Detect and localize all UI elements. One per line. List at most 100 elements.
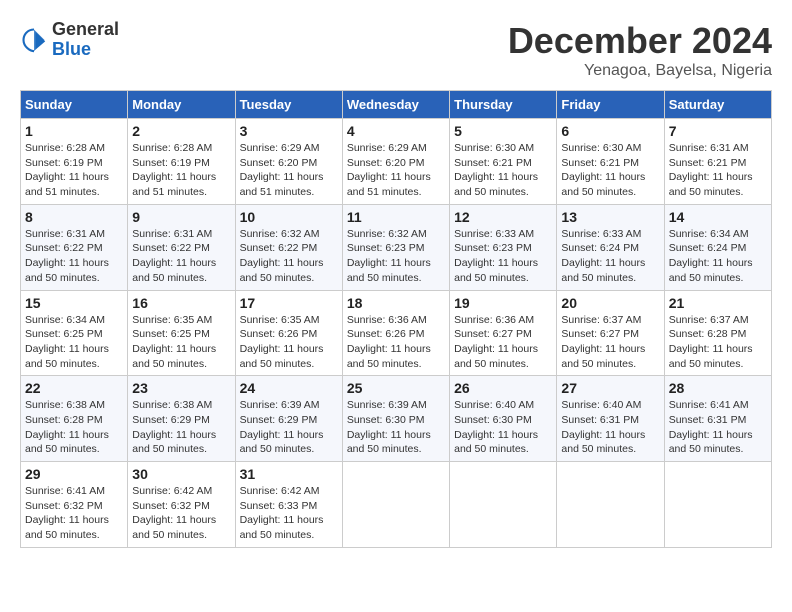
day-number: 30 xyxy=(132,466,230,482)
calendar-cell: 14 Sunrise: 6:34 AM Sunset: 6:24 PM Dayl… xyxy=(664,204,771,290)
calendar-header-saturday: Saturday xyxy=(664,91,771,119)
day-info: Sunrise: 6:29 AM Sunset: 6:20 PM Dayligh… xyxy=(240,141,338,200)
calendar-cell xyxy=(557,462,664,548)
day-number: 10 xyxy=(240,209,338,225)
day-number: 6 xyxy=(561,123,659,139)
day-info: Sunrise: 6:42 AM Sunset: 6:33 PM Dayligh… xyxy=(240,484,338,543)
day-number: 9 xyxy=(132,209,230,225)
calendar-week-row: 22 Sunrise: 6:38 AM Sunset: 6:28 PM Dayl… xyxy=(21,376,772,462)
day-number: 11 xyxy=(347,209,445,225)
day-info: Sunrise: 6:34 AM Sunset: 6:25 PM Dayligh… xyxy=(25,313,123,372)
day-info: Sunrise: 6:31 AM Sunset: 6:21 PM Dayligh… xyxy=(669,141,767,200)
calendar-header-wednesday: Wednesday xyxy=(342,91,449,119)
day-number: 22 xyxy=(25,380,123,396)
calendar-cell: 3 Sunrise: 6:29 AM Sunset: 6:20 PM Dayli… xyxy=(235,119,342,205)
calendar-cell: 7 Sunrise: 6:31 AM Sunset: 6:21 PM Dayli… xyxy=(664,119,771,205)
day-info: Sunrise: 6:38 AM Sunset: 6:29 PM Dayligh… xyxy=(132,398,230,457)
month-title: December 2024 xyxy=(508,20,772,62)
calendar-week-row: 29 Sunrise: 6:41 AM Sunset: 6:32 PM Dayl… xyxy=(21,462,772,548)
day-number: 5 xyxy=(454,123,552,139)
day-info: Sunrise: 6:39 AM Sunset: 6:30 PM Dayligh… xyxy=(347,398,445,457)
day-info: Sunrise: 6:32 AM Sunset: 6:22 PM Dayligh… xyxy=(240,227,338,286)
calendar-cell: 17 Sunrise: 6:35 AM Sunset: 6:26 PM Dayl… xyxy=(235,290,342,376)
day-number: 16 xyxy=(132,295,230,311)
day-number: 12 xyxy=(454,209,552,225)
calendar-week-row: 8 Sunrise: 6:31 AM Sunset: 6:22 PM Dayli… xyxy=(21,204,772,290)
calendar-cell: 8 Sunrise: 6:31 AM Sunset: 6:22 PM Dayli… xyxy=(21,204,128,290)
day-info: Sunrise: 6:30 AM Sunset: 6:21 PM Dayligh… xyxy=(561,141,659,200)
day-number: 29 xyxy=(25,466,123,482)
day-info: Sunrise: 6:37 AM Sunset: 6:28 PM Dayligh… xyxy=(669,313,767,372)
calendar-cell: 15 Sunrise: 6:34 AM Sunset: 6:25 PM Dayl… xyxy=(21,290,128,376)
logo-blue: Blue xyxy=(52,40,119,60)
title-block: December 2024 Yenagoa, Bayelsa, Nigeria xyxy=(508,20,772,80)
day-info: Sunrise: 6:41 AM Sunset: 6:32 PM Dayligh… xyxy=(25,484,123,543)
calendar-cell: 23 Sunrise: 6:38 AM Sunset: 6:29 PM Dayl… xyxy=(128,376,235,462)
calendar-cell: 1 Sunrise: 6:28 AM Sunset: 6:19 PM Dayli… xyxy=(21,119,128,205)
day-number: 4 xyxy=(347,123,445,139)
day-info: Sunrise: 6:31 AM Sunset: 6:22 PM Dayligh… xyxy=(132,227,230,286)
calendar-cell xyxy=(664,462,771,548)
calendar-header-sunday: Sunday xyxy=(21,91,128,119)
calendar-cell: 28 Sunrise: 6:41 AM Sunset: 6:31 PM Dayl… xyxy=(664,376,771,462)
day-info: Sunrise: 6:33 AM Sunset: 6:23 PM Dayligh… xyxy=(454,227,552,286)
calendar-cell xyxy=(450,462,557,548)
calendar-week-row: 15 Sunrise: 6:34 AM Sunset: 6:25 PM Dayl… xyxy=(21,290,772,376)
day-info: Sunrise: 6:38 AM Sunset: 6:28 PM Dayligh… xyxy=(25,398,123,457)
day-number: 3 xyxy=(240,123,338,139)
calendar-cell: 4 Sunrise: 6:29 AM Sunset: 6:20 PM Dayli… xyxy=(342,119,449,205)
day-info: Sunrise: 6:34 AM Sunset: 6:24 PM Dayligh… xyxy=(669,227,767,286)
logo: General Blue xyxy=(20,20,119,60)
calendar-header-row: SundayMondayTuesdayWednesdayThursdayFrid… xyxy=(21,91,772,119)
day-number: 18 xyxy=(347,295,445,311)
calendar-cell: 29 Sunrise: 6:41 AM Sunset: 6:32 PM Dayl… xyxy=(21,462,128,548)
calendar-cell: 25 Sunrise: 6:39 AM Sunset: 6:30 PM Dayl… xyxy=(342,376,449,462)
calendar-table: SundayMondayTuesdayWednesdayThursdayFrid… xyxy=(20,90,772,548)
day-info: Sunrise: 6:42 AM Sunset: 6:32 PM Dayligh… xyxy=(132,484,230,543)
day-number: 2 xyxy=(132,123,230,139)
day-number: 7 xyxy=(669,123,767,139)
day-number: 14 xyxy=(669,209,767,225)
calendar-cell: 27 Sunrise: 6:40 AM Sunset: 6:31 PM Dayl… xyxy=(557,376,664,462)
day-number: 23 xyxy=(132,380,230,396)
day-number: 8 xyxy=(25,209,123,225)
calendar-header-monday: Monday xyxy=(128,91,235,119)
logo-icon xyxy=(20,26,48,54)
calendar-cell xyxy=(342,462,449,548)
day-number: 13 xyxy=(561,209,659,225)
calendar-cell: 13 Sunrise: 6:33 AM Sunset: 6:24 PM Dayl… xyxy=(557,204,664,290)
calendar-cell: 24 Sunrise: 6:39 AM Sunset: 6:29 PM Dayl… xyxy=(235,376,342,462)
calendar-cell: 11 Sunrise: 6:32 AM Sunset: 6:23 PM Dayl… xyxy=(342,204,449,290)
logo-general: General xyxy=(52,20,119,40)
day-number: 25 xyxy=(347,380,445,396)
calendar-cell: 20 Sunrise: 6:37 AM Sunset: 6:27 PM Dayl… xyxy=(557,290,664,376)
day-info: Sunrise: 6:40 AM Sunset: 6:31 PM Dayligh… xyxy=(561,398,659,457)
calendar-cell: 21 Sunrise: 6:37 AM Sunset: 6:28 PM Dayl… xyxy=(664,290,771,376)
day-number: 24 xyxy=(240,380,338,396)
calendar-cell: 26 Sunrise: 6:40 AM Sunset: 6:30 PM Dayl… xyxy=(450,376,557,462)
calendar-cell: 10 Sunrise: 6:32 AM Sunset: 6:22 PM Dayl… xyxy=(235,204,342,290)
location-subtitle: Yenagoa, Bayelsa, Nigeria xyxy=(508,62,772,80)
day-number: 31 xyxy=(240,466,338,482)
day-info: Sunrise: 6:40 AM Sunset: 6:30 PM Dayligh… xyxy=(454,398,552,457)
calendar-cell: 5 Sunrise: 6:30 AM Sunset: 6:21 PM Dayli… xyxy=(450,119,557,205)
day-info: Sunrise: 6:39 AM Sunset: 6:29 PM Dayligh… xyxy=(240,398,338,457)
day-info: Sunrise: 6:35 AM Sunset: 6:26 PM Dayligh… xyxy=(240,313,338,372)
calendar-cell: 12 Sunrise: 6:33 AM Sunset: 6:23 PM Dayl… xyxy=(450,204,557,290)
day-number: 21 xyxy=(669,295,767,311)
day-number: 17 xyxy=(240,295,338,311)
day-info: Sunrise: 6:32 AM Sunset: 6:23 PM Dayligh… xyxy=(347,227,445,286)
calendar-cell: 6 Sunrise: 6:30 AM Sunset: 6:21 PM Dayli… xyxy=(557,119,664,205)
calendar-header-friday: Friday xyxy=(557,91,664,119)
day-info: Sunrise: 6:30 AM Sunset: 6:21 PM Dayligh… xyxy=(454,141,552,200)
day-info: Sunrise: 6:31 AM Sunset: 6:22 PM Dayligh… xyxy=(25,227,123,286)
day-info: Sunrise: 6:41 AM Sunset: 6:31 PM Dayligh… xyxy=(669,398,767,457)
day-number: 20 xyxy=(561,295,659,311)
calendar-cell: 18 Sunrise: 6:36 AM Sunset: 6:26 PM Dayl… xyxy=(342,290,449,376)
calendar-cell: 19 Sunrise: 6:36 AM Sunset: 6:27 PM Dayl… xyxy=(450,290,557,376)
logo-text: General Blue xyxy=(52,20,119,60)
day-info: Sunrise: 6:36 AM Sunset: 6:27 PM Dayligh… xyxy=(454,313,552,372)
calendar-cell: 2 Sunrise: 6:28 AM Sunset: 6:19 PM Dayli… xyxy=(128,119,235,205)
calendar-cell: 9 Sunrise: 6:31 AM Sunset: 6:22 PM Dayli… xyxy=(128,204,235,290)
day-info: Sunrise: 6:29 AM Sunset: 6:20 PM Dayligh… xyxy=(347,141,445,200)
